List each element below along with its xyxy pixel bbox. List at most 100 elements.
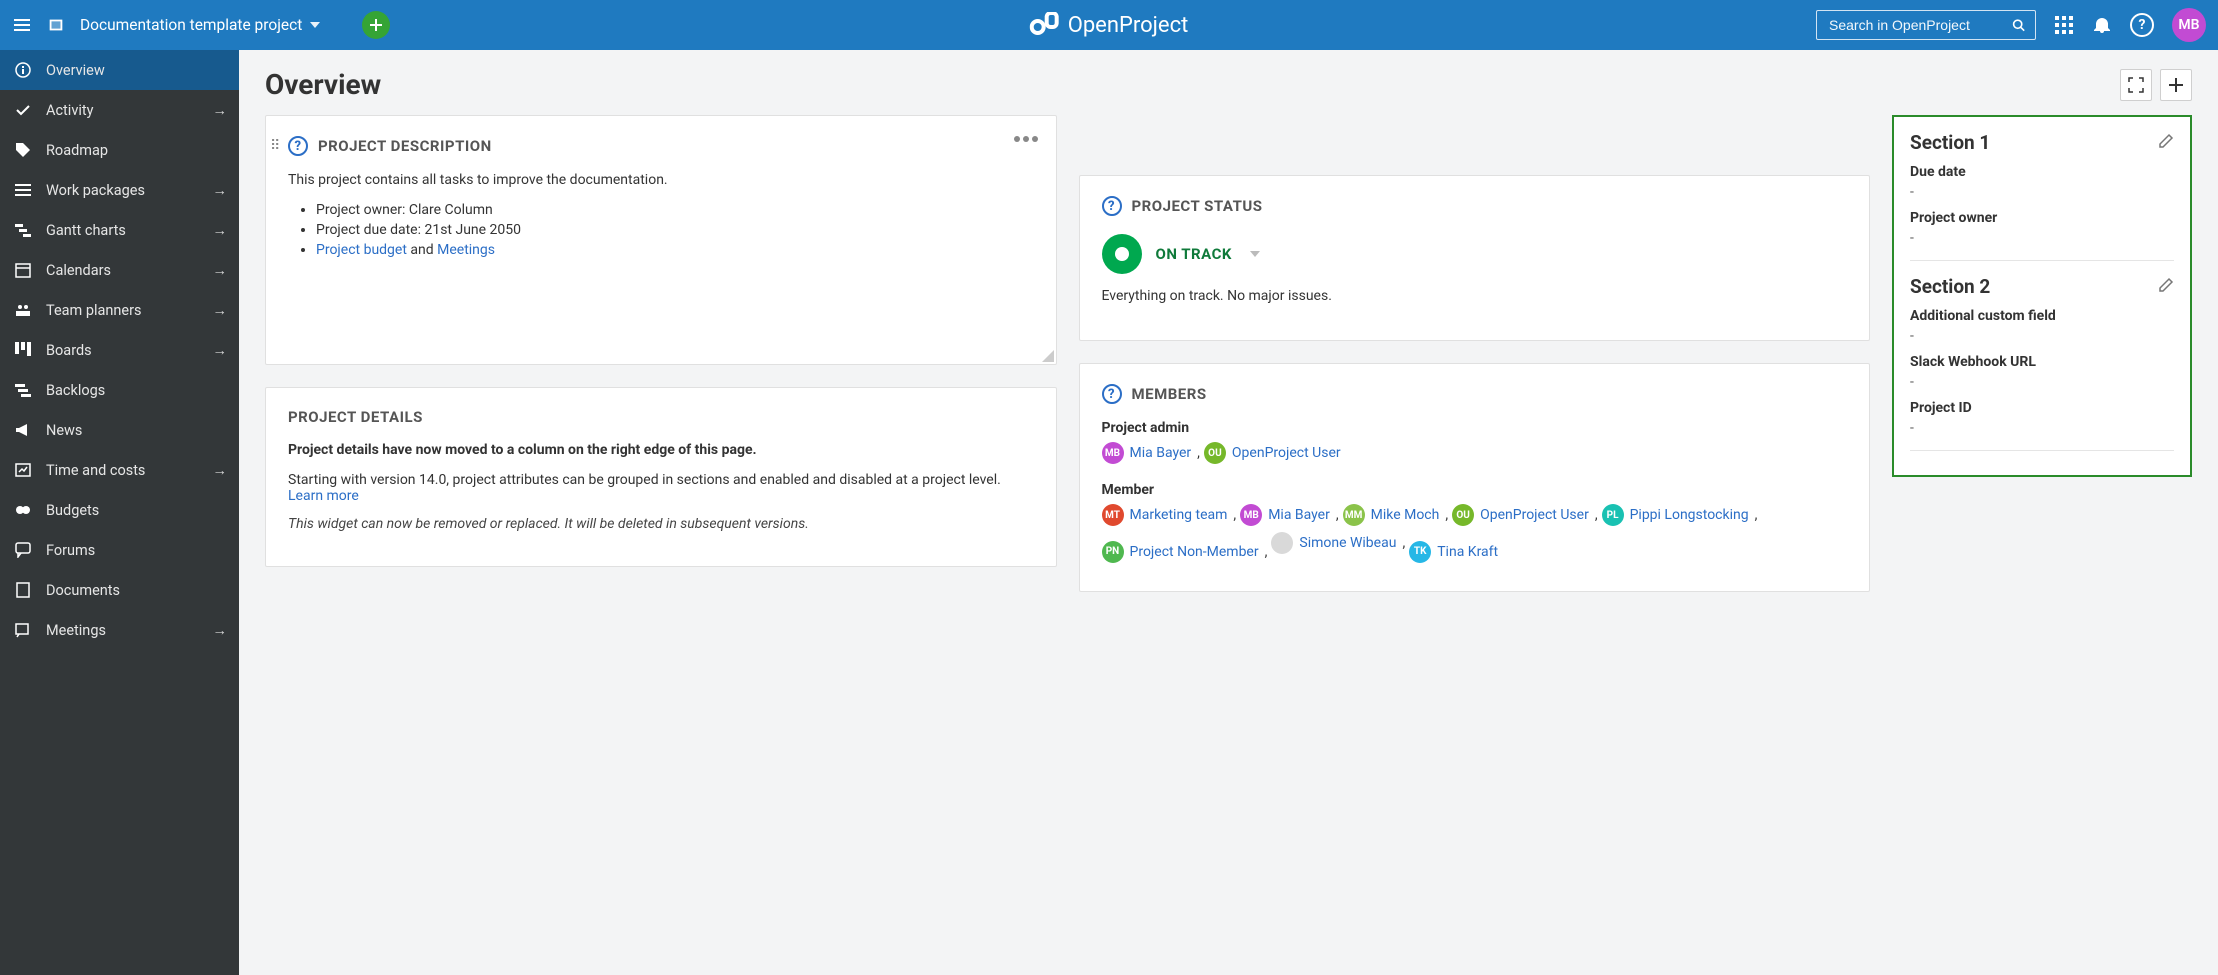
project-description-widget: ⠿ ? PROJECT DESCRIPTION This project con… [265,115,1057,365]
meetings-link[interactable]: Meetings [437,242,495,258]
notifications-bell-icon[interactable] [2092,15,2112,35]
sidebar-item-workpackages[interactable]: Work packages → [0,170,239,210]
member-avatar: MB [1102,442,1124,464]
member-link[interactable]: Mia Bayer [1130,445,1192,461]
help-icon[interactable]: ? [2130,13,2154,37]
sidebar-item-label: Boards [46,342,92,359]
drag-handle-icon[interactable]: ⠿ [270,138,279,154]
sidebar-item-documents[interactable]: Documents [0,570,239,610]
team-icon [14,301,32,319]
sidebar-item-boards[interactable]: Boards → [0,330,239,370]
forum-icon [14,541,32,559]
sidebar-item-activity[interactable]: Activity → [0,90,239,130]
main-content: Overview ⠿ ? PROJECT DESCRIPTION [239,50,2218,975]
add-widget-button[interactable] [2160,69,2192,101]
chevron-right-icon: → [213,102,228,119]
widget-menu-button[interactable] [1014,136,1038,142]
boards-icon [14,341,32,359]
chevron-right-icon: → [213,342,228,359]
search-input[interactable] [1827,16,2012,34]
chevron-right-icon: → [213,462,228,479]
hamburger-icon[interactable] [12,15,32,35]
sidebar-item-label: Work packages [46,182,145,199]
sidebar-item-backlogs[interactable]: Backlogs [0,370,239,410]
fullscreen-button[interactable] [2120,69,2152,101]
section-title: Section 1 [1910,131,1990,154]
sidebar-item-roadmap[interactable]: Roadmap [0,130,239,170]
chevron-right-icon: → [213,262,228,279]
sidebar-item-news[interactable]: News [0,410,239,450]
widget-title: PROJECT DESCRIPTION [318,137,492,155]
member-link[interactable]: OpenProject User [1232,445,1341,461]
role-label-member: Member [1102,482,1848,498]
attr-label: Project ID [1910,400,2174,416]
project-status-widget: ? PROJECT STATUS ON TRACK Everything on … [1079,175,1871,341]
top-header: Documentation template project OpenProje… [0,0,2218,50]
chevron-right-icon: → [213,182,228,199]
member-chip[interactable]: Simone Wibeau, [1271,532,1405,554]
attr-label: Due date [1910,164,2174,180]
member-chip[interactable]: PNProject Non-Member, [1102,541,1268,563]
member-link[interactable]: Tina Kraft [1437,544,1498,560]
sidebar-item-teamplanners[interactable]: Team planners → [0,290,239,330]
bullhorn-icon [14,421,32,439]
member-avatar: MB [1240,504,1262,526]
member-chip[interactable]: MBMia Bayer, [1240,504,1338,526]
members-widget: ? MEMBERS Project admin MBMia Bayer,OUOp… [1079,363,1871,592]
global-search[interactable] [1816,10,2036,40]
member-chip[interactable]: OUOpenProject User [1204,442,1341,464]
project-name: Documentation template project [80,16,302,34]
help-icon[interactable]: ? [1102,196,1122,216]
calendar-icon [14,261,32,279]
sidebar-item-time[interactable]: Time and costs → [0,450,239,490]
sidebar-item-budgets[interactable]: Budgets [0,490,239,530]
member-chip[interactable]: MTMarketing team, [1102,504,1237,526]
member-chip[interactable]: MBMia Bayer, [1102,442,1200,464]
check-icon [14,101,32,119]
sidebar-item-forums[interactable]: Forums [0,530,239,570]
quick-add-button[interactable] [362,11,390,39]
attr-value: - [1910,230,2174,246]
member-avatar: MT [1102,504,1124,526]
logo-text: OpenProject [1068,13,1189,38]
member-link[interactable]: Marketing team [1130,507,1228,523]
member-link[interactable]: Project Non-Member [1130,544,1259,560]
user-avatar[interactable]: MB [2172,8,2206,42]
gantt-icon [14,221,32,239]
sidebar-item-overview[interactable]: Overview [0,50,239,90]
status-selector[interactable]: ON TRACK [1102,234,1848,274]
help-icon[interactable]: ? [288,136,308,156]
project-budget-link[interactable]: Project budget [316,242,407,258]
edit-section-button[interactable] [2158,275,2174,298]
chevron-right-icon: → [213,302,228,319]
edit-section-button[interactable] [2158,131,2174,154]
sidebar-item-calendars[interactable]: Calendars → [0,250,239,290]
project-selector[interactable]: Documentation template project [80,16,320,34]
sidebar-item-meetings[interactable]: Meetings → [0,610,239,650]
resize-handle-icon[interactable] [1042,350,1054,362]
member-link[interactable]: Simone Wibeau [1299,535,1396,551]
apps-grid-icon[interactable] [2054,15,2074,35]
member-link[interactable]: OpenProject User [1480,507,1589,523]
member-chip[interactable]: OUOpenProject User, [1452,504,1597,526]
sidebar-item-label: Activity [46,102,93,119]
sidebar-item-label: Overview [46,62,105,79]
sidebar-item-label: News [46,422,82,439]
sidebar-item-label: Time and costs [46,462,145,479]
list-icon [14,181,32,199]
member-chip[interactable]: MMMike Moch, [1343,504,1449,526]
details-lead: Project details have now moved to a colu… [288,442,1034,458]
app-logo[interactable]: OpenProject [1030,12,1189,38]
member-chip[interactable]: TK Tina Kraft [1409,541,1498,563]
learn-more-link[interactable]: Learn more [288,488,359,504]
section-title: Section 2 [1910,275,1990,298]
sidebar-item-gantt[interactable]: Gantt charts → [0,210,239,250]
member-avatar: TK [1409,541,1431,563]
project-attributes-panel: Section 1 Due date - Project owner - Sec… [1892,115,2192,477]
member-avatar: OU [1452,504,1474,526]
member-link[interactable]: Mia Bayer [1268,507,1330,523]
member-link[interactable]: Mike Moch [1371,507,1440,523]
member-chip[interactable]: PLPippi Longstocking, [1602,504,1758,526]
help-icon[interactable]: ? [1102,384,1122,404]
member-link[interactable]: Pippi Longstocking [1630,507,1749,523]
